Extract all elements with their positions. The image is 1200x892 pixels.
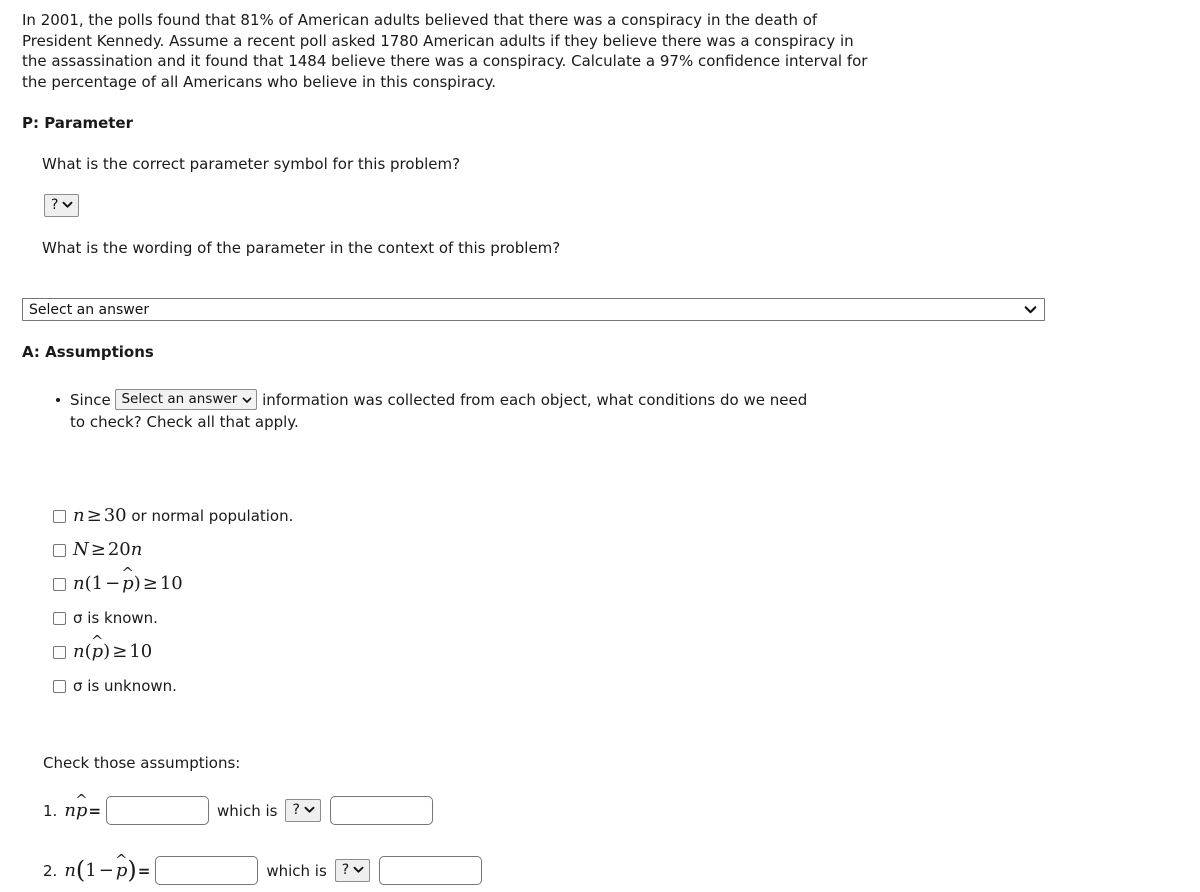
calculation-row-1-comparison-value: ? [292, 802, 300, 818]
calculation-row-1-input[interactable] [106, 796, 210, 825]
calculation-row-1: 1. n ^ p= which is ? [43, 791, 433, 825]
checkbox-sigma-unknown[interactable] [53, 679, 66, 693]
checkbox-label-N-ge-20n: N ≥20n [73, 539, 143, 560]
chevron-down-icon [1024, 303, 1037, 316]
checkbox-row-N-ge-20n[interactable]: N ≥20n [53, 533, 293, 567]
data-type-select[interactable]: Select an answer [115, 389, 258, 410]
checkbox-row-n-ge-30[interactable]: n ≥30 or normal population. [53, 499, 293, 533]
checkbox-n-phat-ge-10[interactable] [53, 645, 66, 659]
assumptions-bullet-text: Since Select an answer information was c… [70, 389, 866, 433]
calculation-row-2-expression: n(1− ^ p)= [64, 851, 151, 884]
checkbox-label-n-ge-30: n ≥30 or normal population. [73, 505, 294, 526]
checkbox-row-n-phat-ge-10[interactable]: n(^ p) ≥10 [53, 635, 293, 669]
parameter-symbol-select-value: ? [51, 197, 59, 213]
calculation-row-2-input[interactable] [155, 856, 259, 885]
chevron-down-icon [304, 804, 315, 815]
chevron-down-icon [242, 395, 252, 405]
bullet-prefix-text: Since [70, 391, 111, 409]
calculation-row-2-which-is: which is [266, 861, 327, 880]
bullet-marker-icon [56, 398, 60, 402]
assumption-checkbox-list: n ≥30 or normal population. N ≥20n n(1− ^ p)… [53, 499, 293, 703]
checkbox-N-ge-20n[interactable] [53, 543, 66, 557]
parameter-symbol-select[interactable]: ? [44, 194, 80, 217]
calculation-row-1-expression: n ^ p= [64, 791, 102, 821]
checkbox-label-n-1-minus-phat-ge-10: n(1− ^ p) ≥10 [73, 565, 183, 594]
calculation-row-1-comparison-select[interactable]: ? [285, 799, 321, 822]
checkbox-label-sigma-known: σ is known. [73, 609, 158, 627]
worksheet-page: In 2001, the polls found that 81% of Ame… [0, 0, 1200, 892]
problem-statement: In 2001, the polls found that 81% of Ame… [22, 11, 868, 91]
bullet-suffix-line2: to check? Check all that apply. [70, 413, 299, 431]
check-assumptions-label: Check those assumptions: [43, 754, 241, 772]
section-heading-assumptions: A: Assumptions [22, 343, 154, 361]
checkbox-n-1-minus-phat-ge-10[interactable] [53, 577, 66, 591]
checkbox-row-sigma-known[interactable]: σ is known. [53, 601, 293, 635]
calculation-row-2-comparison-select[interactable]: ? [334, 859, 371, 882]
section-heading-parameter: P: Parameter [22, 114, 133, 132]
prompt-parameter-wording: What is the wording of the parameter in … [42, 239, 561, 257]
checkbox-sigma-known[interactable] [53, 611, 66, 625]
calculation-row-1-number: 1. [43, 801, 58, 820]
parameter-wording-select[interactable]: Select an answer [22, 298, 1045, 321]
calculation-row-1-which-is: which is [217, 801, 278, 820]
calculation-row-2-comparison-value: ? [341, 862, 350, 878]
checkbox-row-n-1-minus-phat-ge-10[interactable]: n(1− ^ p) ≥10 [53, 567, 293, 601]
prompt-parameter-symbol: What is the correct parameter symbol for… [42, 155, 461, 173]
calculation-row-1-threshold-input[interactable] [329, 796, 433, 825]
bullet-suffix-line1: information was collected from each obje… [262, 391, 808, 409]
data-type-select-value: Select an answer [121, 391, 238, 407]
parameter-wording-select-value: Select an answer [29, 301, 150, 318]
assumptions-bullet: Since Select an answer information was c… [56, 389, 866, 433]
chevron-down-icon [353, 864, 364, 875]
calculation-row-2-number: 2. [43, 861, 58, 880]
checkbox-label-n-phat-ge-10: n(^ p) ≥10 [73, 633, 153, 662]
chevron-down-icon [62, 199, 73, 210]
checkbox-label-sigma-unknown: σ is unknown. [73, 677, 177, 695]
calculation-row-2: 2. n(1− ^ p)= which is ? [43, 851, 483, 885]
calculation-row-2-threshold-input[interactable] [379, 856, 483, 885]
checkbox-row-sigma-unknown[interactable]: σ is unknown. [53, 669, 293, 703]
checkbox-n-ge-30[interactable] [53, 509, 66, 523]
